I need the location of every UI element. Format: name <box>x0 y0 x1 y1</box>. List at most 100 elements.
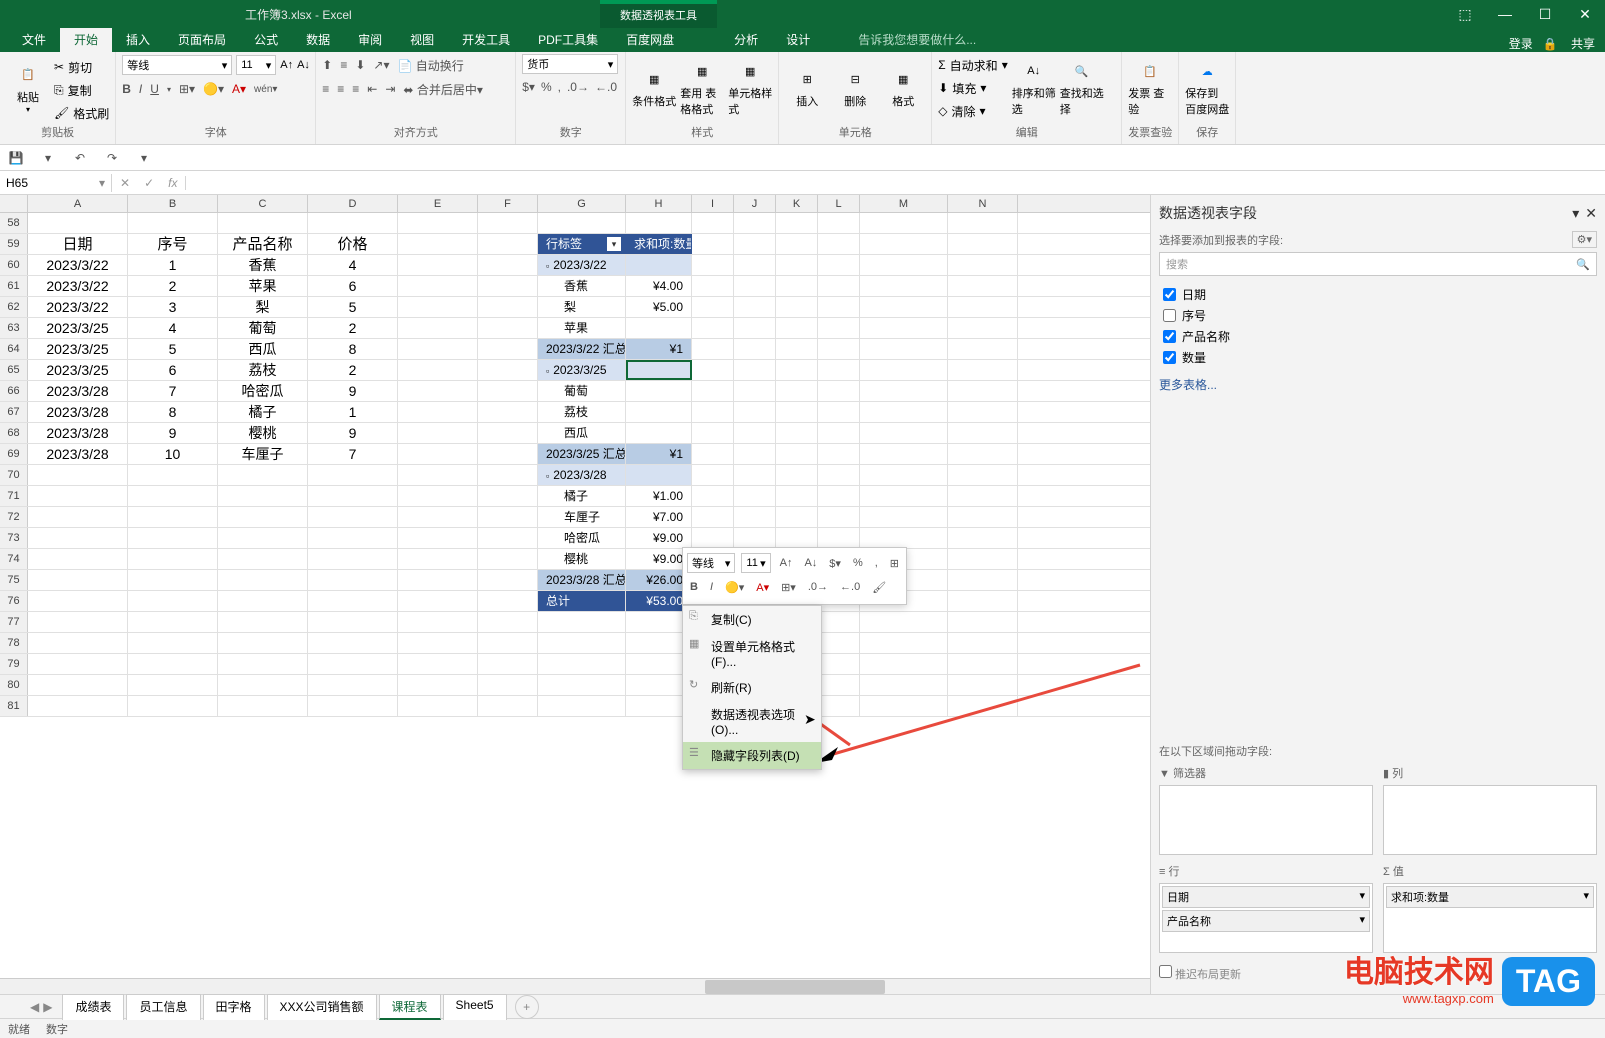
cell[interactable] <box>860 318 948 338</box>
cell[interactable] <box>308 486 398 506</box>
cell[interactable] <box>478 570 538 590</box>
cell[interactable] <box>538 654 626 674</box>
cut-button[interactable]: ✂ 剪切 <box>54 56 109 78</box>
field-item[interactable]: 产品名称 <box>1159 326 1597 347</box>
cell[interactable] <box>478 297 538 317</box>
cell[interactable] <box>538 696 626 716</box>
qat-dropdown-icon[interactable]: ▾ <box>38 148 58 168</box>
cell[interactable] <box>860 423 948 443</box>
cell[interactable] <box>734 360 776 380</box>
ribbon-tab[interactable]: 公式 <box>240 27 292 52</box>
fill-button[interactable]: ⬇ 填充▾ <box>938 77 1007 99</box>
sort-filter-button[interactable]: A↓排序和筛选 <box>1012 54 1056 122</box>
cell[interactable] <box>860 633 948 653</box>
cell[interactable] <box>218 213 308 233</box>
cell[interactable] <box>128 528 218 548</box>
cell[interactable] <box>478 549 538 569</box>
bold-button[interactable]: B <box>122 82 131 96</box>
mini-border-icon[interactable]: ⊞ <box>887 556 902 571</box>
cell[interactable] <box>948 549 1018 569</box>
row-header[interactable]: 61 <box>0 276 28 296</box>
cell[interactable] <box>734 465 776 485</box>
cell[interactable] <box>28 528 128 548</box>
cell[interactable] <box>478 402 538 422</box>
align-right-icon[interactable]: ≡ <box>352 82 359 96</box>
cell[interactable] <box>626 213 692 233</box>
cell[interactable]: 荔枝 <box>538 402 626 422</box>
cell[interactable]: 2023/3/28 <box>28 402 128 422</box>
cell[interactable] <box>478 507 538 527</box>
cell[interactable] <box>308 465 398 485</box>
decimal-decrease-icon[interactable]: ←.0 <box>595 80 617 94</box>
cell[interactable] <box>818 633 860 653</box>
column-header[interactable]: J <box>734 195 776 212</box>
cell[interactable] <box>776 402 818 422</box>
defer-layout-checkbox[interactable] <box>1159 965 1172 978</box>
cell[interactable]: 哈密瓜 <box>538 528 626 548</box>
cell[interactable] <box>398 633 478 653</box>
row-header[interactable]: 60 <box>0 255 28 275</box>
cell[interactable] <box>398 465 478 485</box>
cell[interactable] <box>626 360 692 380</box>
cell[interactable] <box>948 465 1018 485</box>
ribbon-tab[interactable]: 数据 <box>292 27 344 52</box>
mini-border2-icon[interactable]: ⊞▾ <box>778 580 799 595</box>
cell[interactable] <box>860 213 948 233</box>
column-header[interactable]: N <box>948 195 1018 212</box>
cell[interactable]: 葡萄 <box>538 381 626 401</box>
cell[interactable] <box>398 360 478 380</box>
cell[interactable]: 总计 <box>538 591 626 611</box>
cell[interactable] <box>734 276 776 296</box>
cell[interactable] <box>308 591 398 611</box>
cell[interactable] <box>398 444 478 464</box>
cell[interactable] <box>128 591 218 611</box>
cell[interactable]: 5 <box>128 339 218 359</box>
cell[interactable] <box>398 612 478 632</box>
ribbon-options-icon[interactable]: ⬚ <box>1445 0 1485 28</box>
cell[interactable] <box>478 654 538 674</box>
cell[interactable]: 西瓜 <box>538 423 626 443</box>
column-header[interactable]: C <box>218 195 308 212</box>
context-tab[interactable]: 设计 <box>772 27 824 52</box>
paste-button[interactable]: 📋粘贴▾ <box>6 54 50 122</box>
cell[interactable]: ¥5.00 <box>626 297 692 317</box>
cell[interactable]: ¥1 <box>626 339 692 359</box>
select-all-corner[interactable] <box>0 195 28 212</box>
font-color-button[interactable]: A▾ <box>232 82 246 96</box>
cell[interactable] <box>776 381 818 401</box>
cell[interactable] <box>734 255 776 275</box>
cell[interactable] <box>776 213 818 233</box>
cell[interactable] <box>776 465 818 485</box>
cell[interactable] <box>398 591 478 611</box>
cell[interactable] <box>692 423 734 443</box>
cell[interactable] <box>218 528 308 548</box>
cell-styles-button[interactable]: ▦单元格样式 <box>728 54 772 122</box>
cell[interactable] <box>538 612 626 632</box>
column-header[interactable]: D <box>308 195 398 212</box>
row-header[interactable]: 78 <box>0 633 28 653</box>
cell[interactable]: 产品名称 <box>218 234 308 254</box>
cell[interactable] <box>692 444 734 464</box>
cell[interactable] <box>128 633 218 653</box>
mini-dec-dec-icon[interactable]: ←.0 <box>837 580 863 594</box>
ctx-format-cells[interactable]: ▦设置单元格格式(F)... <box>683 633 821 674</box>
cell[interactable] <box>734 423 776 443</box>
cell[interactable] <box>308 507 398 527</box>
fx-icon[interactable]: fx <box>168 176 177 190</box>
cell[interactable]: ¥4.00 <box>626 276 692 296</box>
cell[interactable] <box>776 234 818 254</box>
cell[interactable]: 橘子 <box>538 486 626 506</box>
sheet-nav-prev-icon[interactable]: ◀ <box>30 1000 39 1014</box>
sheet-tab[interactable]: 员工信息 <box>126 994 200 1020</box>
mini-decrease-font-icon[interactable]: A↓ <box>801 556 820 570</box>
cell[interactable] <box>692 465 734 485</box>
cell[interactable] <box>948 423 1018 443</box>
cell[interactable]: 5 <box>308 297 398 317</box>
percent-icon[interactable]: % <box>541 80 552 94</box>
cell[interactable] <box>398 297 478 317</box>
underline-button[interactable]: U <box>150 82 159 96</box>
cell[interactable] <box>626 255 692 275</box>
cell[interactable] <box>28 213 128 233</box>
cell[interactable] <box>948 402 1018 422</box>
cell[interactable]: 7 <box>128 381 218 401</box>
